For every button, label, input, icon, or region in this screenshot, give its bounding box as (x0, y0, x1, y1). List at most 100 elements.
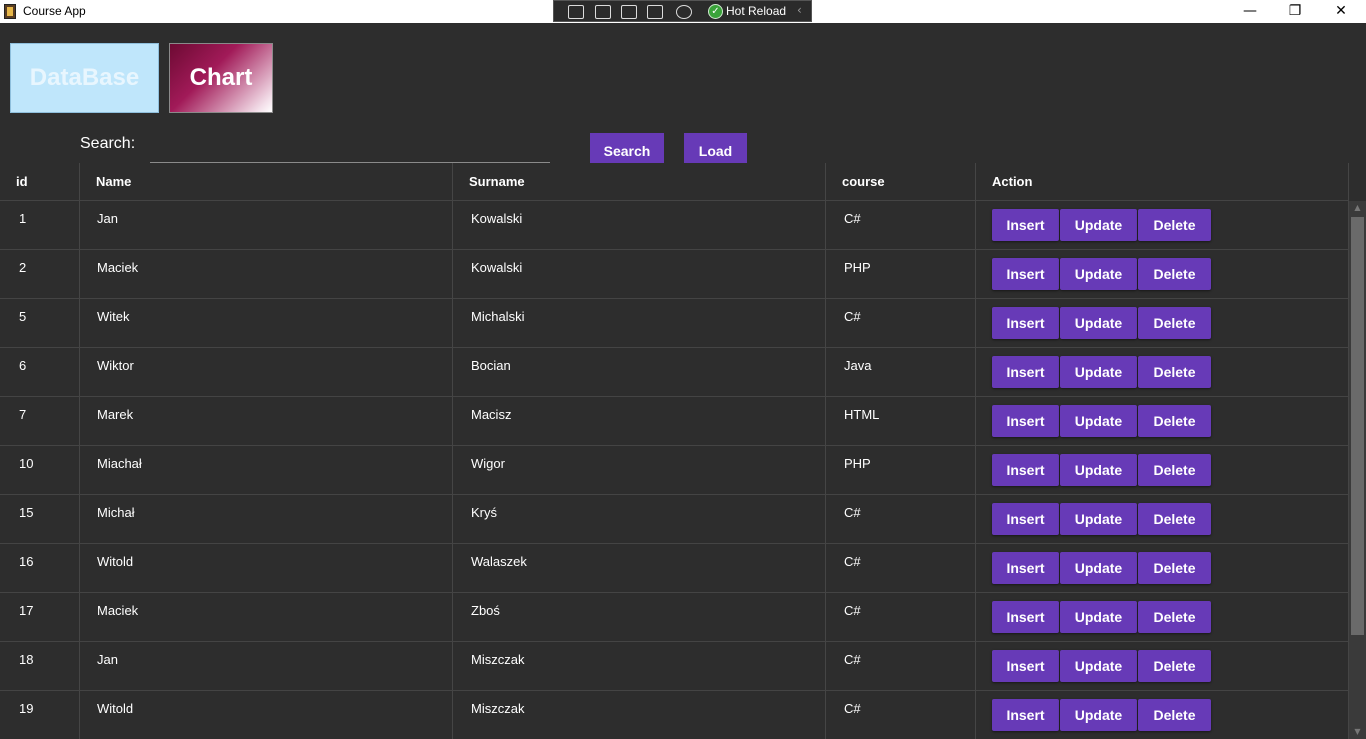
cell-id: 15 (19, 505, 34, 520)
insert-button[interactable]: Insert (992, 307, 1059, 339)
search-label: Search: (80, 135, 136, 152)
update-button[interactable]: Update (1060, 307, 1137, 339)
delete-button[interactable]: Delete (1138, 307, 1211, 339)
insert-button[interactable]: Insert (992, 601, 1059, 633)
delete-button[interactable]: Delete (1138, 650, 1211, 682)
search-input[interactable] (150, 135, 550, 163)
cell-course: C# (844, 211, 861, 226)
insert-button[interactable]: Insert (992, 552, 1059, 584)
scroll-up-icon[interactable]: ▲ (1349, 201, 1366, 215)
minimize-button[interactable]: — (1227, 0, 1273, 23)
restore-button[interactable]: ❐ (1272, 0, 1318, 23)
update-button[interactable]: Update (1060, 258, 1137, 290)
cell-surname: Kowalski (471, 260, 523, 275)
cell-course: C# (844, 505, 861, 520)
delete-button[interactable]: Delete (1138, 454, 1211, 486)
insert-button[interactable]: Insert (992, 650, 1059, 682)
database-button[interactable]: DataBase (10, 43, 159, 113)
delete-button[interactable]: Delete (1138, 209, 1211, 241)
update-button[interactable]: Update (1060, 699, 1137, 731)
update-button[interactable]: Update (1060, 552, 1137, 584)
close-button[interactable]: ✕ (1318, 0, 1364, 23)
cell-id: 16 (19, 554, 34, 569)
delete-button[interactable]: Delete (1138, 356, 1211, 388)
cell-course: C# (844, 603, 861, 618)
window-title: Course App (23, 4, 86, 18)
delete-button[interactable]: Delete (1138, 601, 1211, 633)
table-row[interactable]: 7 Marek Macisz HTML Insert Update Delete (0, 397, 1349, 446)
table-row[interactable]: 1 Jan Kowalski C# Insert Update Delete (0, 201, 1349, 250)
title-bar: Course App ✓ Hot Reload ‹ — ❐ ✕ (0, 0, 1366, 23)
select-element-icon[interactable] (568, 5, 584, 19)
go-to-live-visual-tree-icon[interactable] (647, 5, 663, 19)
delete-button[interactable]: Delete (1138, 258, 1211, 290)
cell-course: PHP (844, 456, 871, 471)
cell-id: 19 (19, 701, 34, 716)
search-button[interactable]: Search (590, 133, 664, 163)
table-row[interactable]: 15 Michał Kryś C# Insert Update Delete (0, 495, 1349, 544)
insert-button[interactable]: Insert (992, 356, 1059, 388)
table-header: id Name Surname course Action (0, 163, 1349, 201)
cell-name: Wiktor (97, 358, 134, 373)
cell-id: 6 (19, 358, 27, 373)
binding-failures-icon[interactable] (676, 5, 692, 19)
cell-name: Witold (97, 554, 134, 569)
delete-button[interactable]: Delete (1138, 552, 1211, 584)
cell-course: PHP (844, 260, 871, 275)
table-row[interactable]: 10 Miachał Wigor PHP Insert Update Delete (0, 446, 1349, 495)
insert-button[interactable]: Insert (992, 209, 1059, 241)
cell-id: 7 (19, 407, 27, 422)
cell-surname: Zboś (471, 603, 500, 618)
insert-button[interactable]: Insert (992, 699, 1059, 731)
cell-surname: Miszczak (471, 701, 525, 716)
collapse-toolbar-icon[interactable]: ‹ (797, 3, 802, 17)
chart-button[interactable]: Chart (169, 43, 273, 113)
cell-surname: Wigor (471, 456, 505, 471)
cell-surname: Miszczak (471, 652, 525, 667)
column-header-course[interactable]: course (842, 163, 885, 201)
column-header-name[interactable]: Name (96, 163, 131, 201)
cell-name: Witold (97, 701, 134, 716)
display-layout-adorners-icon[interactable] (595, 5, 611, 19)
insert-button[interactable]: Insert (992, 405, 1059, 437)
delete-button[interactable]: Delete (1138, 699, 1211, 731)
cell-name: Miachał (97, 456, 142, 471)
column-header-surname[interactable]: Surname (469, 163, 525, 201)
table-scrollbar[interactable]: ▲ ▼ (1349, 201, 1366, 739)
column-header-id[interactable]: id (16, 163, 28, 201)
table-row[interactable]: 19 Witold Miszczak C# Insert Update Delete (0, 691, 1349, 739)
column-header-action[interactable]: Action (992, 163, 1032, 201)
cell-surname: Michalski (471, 309, 525, 324)
hot-reload-label[interactable]: Hot Reload (726, 4, 786, 18)
update-button[interactable]: Update (1060, 503, 1137, 535)
cell-name: Jan (97, 211, 118, 226)
cell-surname: Kryś (471, 505, 497, 520)
update-button[interactable]: Update (1060, 356, 1137, 388)
cell-name: Maciek (97, 260, 139, 275)
table-row[interactable]: 6 Wiktor Bocian Java Insert Update Delete (0, 348, 1349, 397)
cell-id: 17 (19, 603, 34, 618)
update-button[interactable]: Update (1060, 209, 1137, 241)
scroll-thumb[interactable] (1351, 217, 1364, 635)
cell-course: C# (844, 309, 861, 324)
cell-id: 10 (19, 456, 34, 471)
update-button[interactable]: Update (1060, 650, 1137, 682)
delete-button[interactable]: Delete (1138, 503, 1211, 535)
update-button[interactable]: Update (1060, 405, 1137, 437)
cell-course: C# (844, 652, 861, 667)
table-row[interactable]: 5 Witek Michalski C# Insert Update Delete (0, 299, 1349, 348)
insert-button[interactable]: Insert (992, 454, 1059, 486)
load-button[interactable]: Load (684, 133, 747, 163)
update-button[interactable]: Update (1060, 601, 1137, 633)
table-row[interactable]: 18 Jan Miszczak C# Insert Update Delete (0, 642, 1349, 691)
delete-button[interactable]: Delete (1138, 405, 1211, 437)
scroll-down-icon[interactable]: ▼ (1349, 725, 1366, 739)
table-row[interactable]: 17 Maciek Zboś C# Insert Update Delete (0, 593, 1349, 642)
insert-button[interactable]: Insert (992, 258, 1059, 290)
students-table: id Name Surname course Action 1 Jan Kowals… (0, 163, 1349, 739)
insert-button[interactable]: Insert (992, 503, 1059, 535)
track-focused-element-icon[interactable] (621, 5, 637, 19)
table-row[interactable]: 16 Witold Walaszek C# Insert Update Delete (0, 544, 1349, 593)
update-button[interactable]: Update (1060, 454, 1137, 486)
table-row[interactable]: 2 Maciek Kowalski PHP Insert Update Delete (0, 250, 1349, 299)
